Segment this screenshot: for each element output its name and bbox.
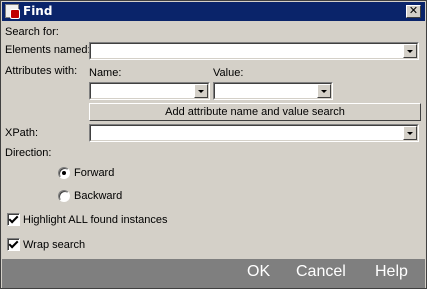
cancel-button[interactable]: Cancel <box>296 263 346 281</box>
dialog-title: Find <box>23 4 53 18</box>
search-for-heading: Search for: <box>5 26 59 38</box>
close-icon: ✕ <box>408 5 419 17</box>
elements-named-dropdown-icon[interactable] <box>403 44 417 58</box>
forward-label[interactable]: Forward <box>74 167 114 179</box>
elements-named-label: Elements named: <box>5 44 91 56</box>
xpath-dropdown-icon[interactable] <box>403 126 417 140</box>
highlight-all-label[interactable]: Highlight ALL found instances <box>23 214 168 226</box>
wrap-search-label[interactable]: Wrap search <box>23 239 85 251</box>
elements-named-combo[interactable] <box>89 42 419 60</box>
app-icon <box>5 4 20 19</box>
help-button[interactable]: Help <box>375 263 408 281</box>
attr-name-combo[interactable] <box>89 82 210 100</box>
attributes-with-label: Attributes with: <box>5 65 78 77</box>
button-bar: OK Cancel Help <box>2 259 425 288</box>
wrap-search-checkbox[interactable] <box>7 238 20 251</box>
backward-radio[interactable] <box>58 190 70 202</box>
attr-value-combo[interactable] <box>213 82 333 100</box>
close-button[interactable]: ✕ <box>406 5 421 18</box>
attr-value-dropdown-icon[interactable] <box>317 84 331 98</box>
xpath-combo[interactable] <box>89 124 419 142</box>
attr-name-header: Name: <box>89 67 122 79</box>
attr-name-dropdown-icon[interactable] <box>194 84 208 98</box>
direction-label: Direction: <box>5 147 52 159</box>
title-bar[interactable]: Find ✕ <box>2 2 425 21</box>
highlight-all-checkbox[interactable] <box>7 213 20 226</box>
xpath-label: XPath: <box>5 127 39 139</box>
ok-button[interactable]: OK <box>247 263 270 281</box>
find-dialog: Find ✕ Search for: Elements named: Attri… <box>0 0 427 289</box>
attr-value-header: Value: <box>213 67 244 79</box>
add-attribute-search-button[interactable]: Add attribute name and value search <box>89 103 421 121</box>
forward-radio[interactable] <box>58 167 70 179</box>
backward-label[interactable]: Backward <box>74 190 122 202</box>
